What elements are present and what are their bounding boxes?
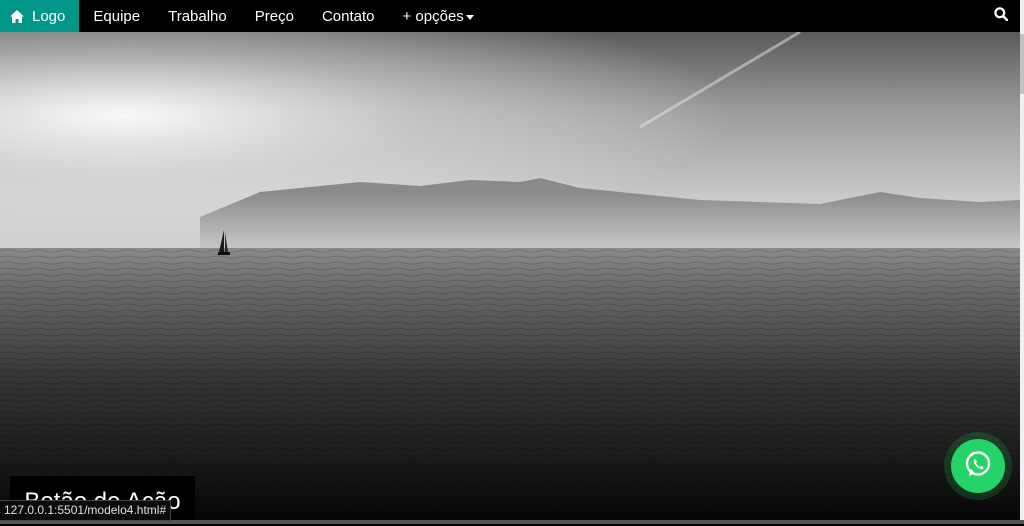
- nav-logo-label: Logo: [32, 7, 66, 25]
- top-navbar: Logo Equipe Trabalho Preço Contato + opç…: [0, 0, 1020, 32]
- page-scrollbar[interactable]: [1020, 0, 1024, 524]
- search-icon: [994, 7, 1009, 25]
- nav-item-equipe[interactable]: Equipe: [79, 0, 154, 32]
- whatsapp-icon: [963, 449, 993, 484]
- nav-dropdown-label: + opções: [402, 7, 464, 25]
- nav-item-label: Equipe: [93, 7, 141, 25]
- whatsapp-button[interactable]: [944, 432, 1012, 500]
- nav-dropdown-opcoes[interactable]: + opções: [388, 0, 487, 32]
- nav-item-preco[interactable]: Preço: [241, 0, 308, 32]
- scrollbar-thumb[interactable]: [1020, 34, 1024, 94]
- status-bar-url: 127.0.0.1:5501/modelo4.html#: [0, 500, 172, 521]
- hero-section: [0, 32, 1020, 520]
- caret-down-icon: [465, 14, 474, 20]
- search-button[interactable]: [982, 0, 1020, 32]
- nav-item-label: Trabalho: [168, 7, 227, 25]
- nav-item-label: Preço: [254, 7, 294, 25]
- whatsapp-button-core: [951, 439, 1005, 493]
- nav-item-label: Contato: [321, 7, 375, 25]
- nav-item-trabalho[interactable]: Trabalho: [154, 0, 241, 32]
- home-icon: [10, 9, 24, 23]
- nav-logo[interactable]: Logo: [0, 0, 80, 32]
- nav-item-contato[interactable]: Contato: [308, 0, 389, 32]
- hero-image: [0, 32, 1020, 520]
